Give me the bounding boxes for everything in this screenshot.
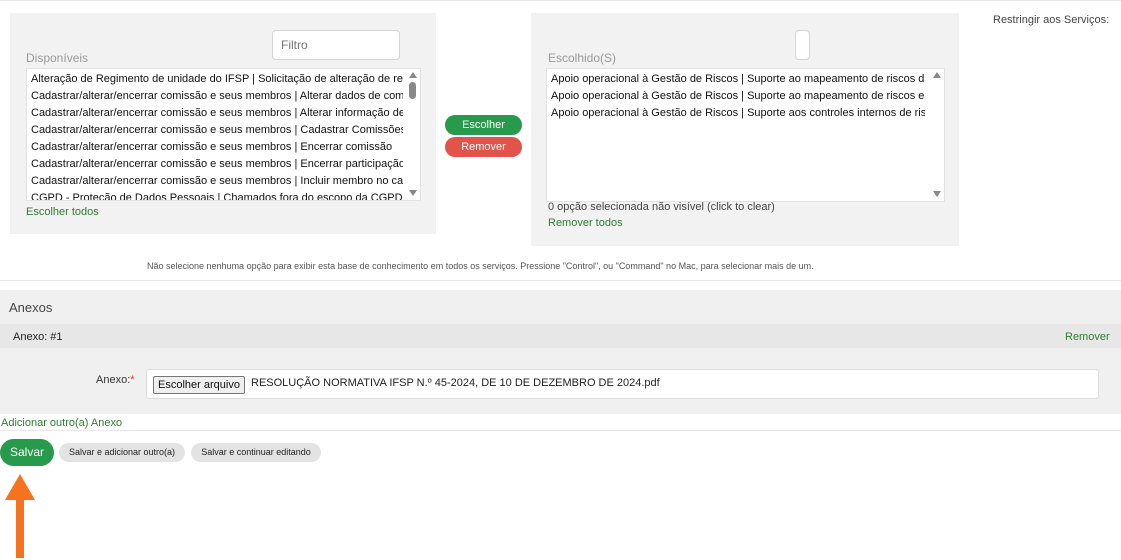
list-item[interactable]: CGPD - Proteção de Dados Pessoais | Cham…	[31, 190, 403, 200]
choose-file-button[interactable]: Escolher arquivo	[153, 376, 245, 394]
list-item[interactable]: Cadastrar/alterar/encerrar comissão e se…	[31, 173, 403, 190]
list-item[interactable]: Cadastrar/alterar/encerrar comissão e se…	[31, 122, 403, 139]
available-title: Disponíveis	[26, 51, 89, 65]
list-item[interactable]: Cadastrar/alterar/encerrar comissão e se…	[31, 88, 403, 105]
restrict-services-label: Restringir aos Serviços:	[993, 14, 1110, 26]
scroll-up-arrow-icon[interactable]	[933, 72, 941, 78]
save-and-continue-button[interactable]: Salvar e continuar editando	[191, 443, 321, 462]
attachments-section: Anexos Anexo: #1 Remover Anexo:* Escolhe…	[0, 290, 1121, 414]
attachment-header: Anexo: #1 Remover	[0, 324, 1121, 348]
choose-all-link[interactable]: Escolher todos	[26, 206, 99, 218]
list-item[interactable]: Apoio operacional à Gestão de Riscos | S…	[551, 105, 925, 122]
top-divider	[0, 0, 1121, 1]
selection-status-text[interactable]: 0 opção selecionada não visível (click t…	[548, 201, 775, 213]
available-filter-input[interactable]	[272, 30, 400, 60]
section-divider	[0, 280, 1121, 281]
help-text: Não selecione nenhuma opção para exibir …	[147, 261, 814, 271]
scroll-down-arrow-icon[interactable]	[409, 190, 417, 196]
add-another-attachment-link[interactable]: Adicionar outro(a) Anexo	[1, 417, 122, 429]
orange-arrow-annotation-icon	[5, 474, 35, 558]
save-and-add-another-button[interactable]: Salvar e adicionar outro(a)	[59, 443, 185, 462]
chosen-filter-input[interactable]	[795, 30, 810, 60]
scroll-down-arrow-icon[interactable]	[933, 191, 941, 197]
list-item[interactable]: Apoio operacional à Gestão de Riscos | S…	[551, 71, 925, 88]
scroll-up-arrow-icon[interactable]	[409, 72, 417, 78]
remove-button[interactable]: Remover	[445, 137, 522, 157]
available-services-panel: Disponíveis Alteração de Regimento de un…	[10, 13, 436, 234]
remove-attachment-link[interactable]: Remover	[1065, 331, 1110, 343]
save-button[interactable]: Salvar	[0, 439, 54, 466]
chosen-title: Escolhido(S)	[548, 51, 617, 65]
choose-button[interactable]: Escolher	[445, 115, 522, 135]
scroll-thumb[interactable]	[409, 82, 416, 99]
attachments-title: Anexos	[9, 300, 53, 315]
list-item[interactable]: Apoio operacional à Gestão de Riscos | S…	[551, 88, 925, 105]
required-mark: *	[130, 374, 135, 386]
list-item[interactable]: Cadastrar/alterar/encerrar comissão e se…	[31, 156, 403, 173]
attachment-number-label: Anexo: #1	[13, 331, 63, 343]
list-item[interactable]: Alteração de Regimento de unidade do IFS…	[31, 71, 403, 88]
attachment-label-text: Anexo:	[96, 374, 131, 386]
list-item[interactable]: Cadastrar/alterar/encerrar comissão e se…	[31, 139, 403, 156]
chosen-services-list[interactable]: Apoio operacional à Gestão de Riscos | S…	[546, 68, 945, 202]
chosen-scrollbar[interactable]	[931, 69, 944, 201]
available-services-list[interactable]: Alteração de Regimento de unidade do IFS…	[26, 68, 421, 201]
list-item[interactable]: Cadastrar/alterar/encerrar comissão e se…	[31, 105, 403, 122]
available-scrollbar[interactable]	[407, 69, 420, 200]
chosen-services-panel: Escolhido(S) Apoio operacional à Gestão …	[531, 13, 959, 246]
selected-file-name: RESOLUÇÃO NORMATIVA IFSP N.º 45-2024, DE…	[251, 377, 660, 389]
file-input-field[interactable]: Escolher arquivo RESOLUÇÃO NORMATIVA IFS…	[146, 369, 1099, 399]
remove-all-link[interactable]: Remover todos	[548, 217, 623, 229]
actions-divider	[0, 430, 1121, 431]
attachment-field-label: Anexo:*	[96, 374, 135, 386]
